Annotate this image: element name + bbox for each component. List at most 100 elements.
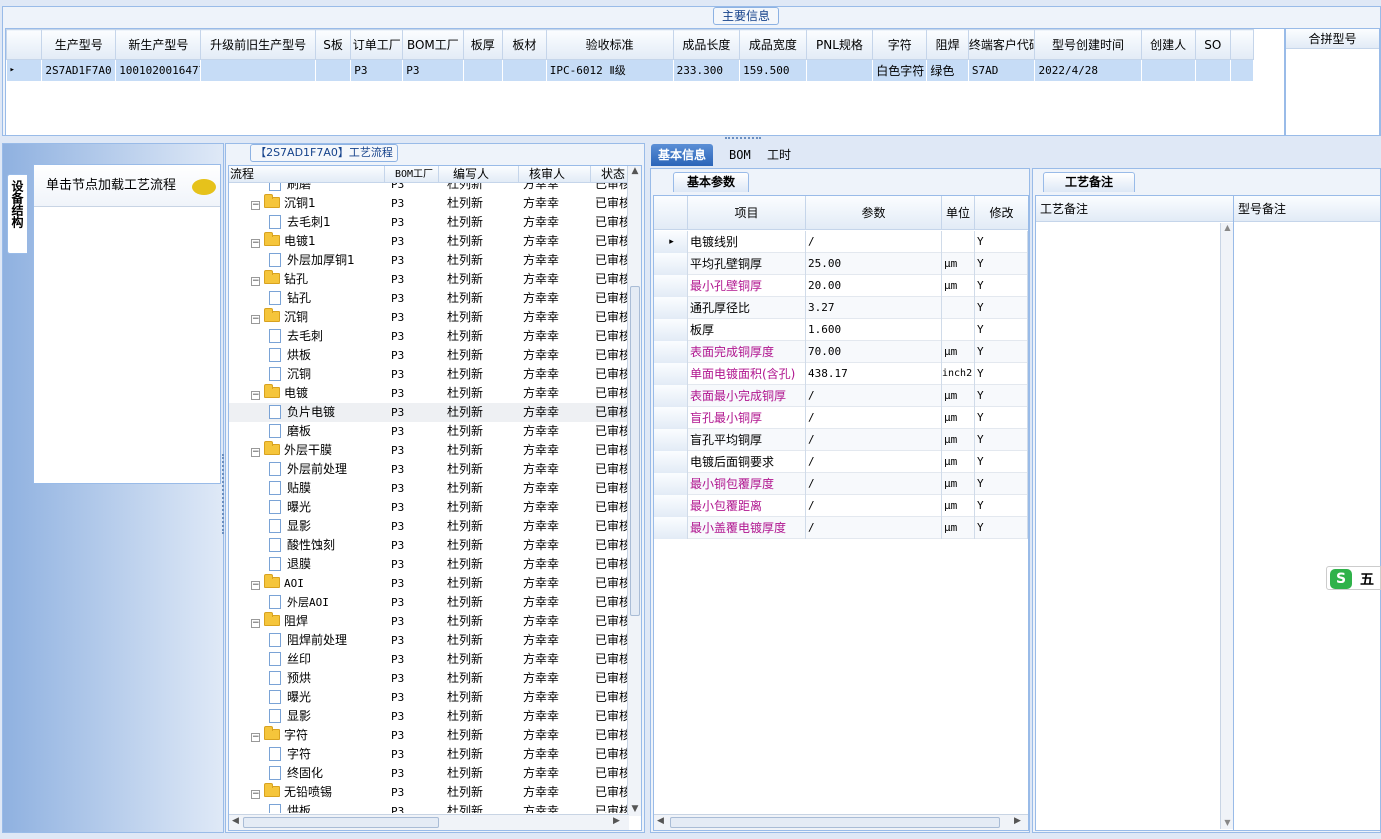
row-header[interactable] bbox=[654, 297, 688, 319]
remarks-tab[interactable]: 工艺备注 bbox=[1043, 172, 1135, 192]
param-item-cell[interactable]: 板厚 bbox=[688, 319, 806, 341]
table-row[interactable]: 最小孔壁铜厚 20.00 μm Y bbox=[654, 275, 1028, 297]
params-scroll-left-icon[interactable]: ◀ bbox=[657, 816, 664, 826]
param-item-cell[interactable]: 最小盖覆电镀厚度 bbox=[688, 517, 806, 539]
param-value-cell[interactable]: / bbox=[806, 495, 942, 517]
process-col-header[interactable]: 核审人 bbox=[519, 166, 591, 183]
process-remark-box[interactable]: 工艺备注 ▲ ▼ bbox=[1035, 195, 1235, 831]
collapse-icon[interactable]: − bbox=[251, 581, 260, 590]
tree-row[interactable]: 丝印 P3 杜列新 方幸幸 已审核 bbox=[229, 650, 629, 669]
collapse-icon[interactable]: − bbox=[251, 315, 260, 324]
param-item-cell[interactable]: 电镀线别 bbox=[688, 231, 806, 253]
param-unit-cell[interactable]: inch2 bbox=[942, 363, 975, 385]
collapse-icon[interactable]: − bbox=[251, 277, 260, 286]
horizontal-splitter[interactable] bbox=[725, 137, 761, 141]
param-unit-cell[interactable]: μm bbox=[942, 473, 975, 495]
tree-row[interactable]: 钻孔 P3 杜列新 方幸幸 已审核 bbox=[229, 289, 629, 308]
scroll-up-arrow-icon[interactable]: ▲ bbox=[628, 166, 641, 176]
main-row-cell[interactable]: 白色字符 bbox=[873, 60, 927, 81]
main-col-header[interactable]: BOM工厂 bbox=[402, 29, 464, 60]
tree-row[interactable]: 曝光 P3 杜列新 方幸幸 已审核 bbox=[229, 688, 629, 707]
param-mod-cell[interactable]: Y bbox=[975, 495, 1028, 517]
main-row-cell[interactable] bbox=[315, 60, 350, 81]
collapse-icon[interactable]: − bbox=[251, 239, 260, 248]
tab-basic-info[interactable]: 基本信息 bbox=[651, 144, 714, 166]
scroll-left-arrow-icon[interactable]: ◀ bbox=[232, 816, 239, 826]
main-row-cell[interactable] bbox=[1195, 60, 1230, 81]
tree-row[interactable]: − AOI P3 杜列新 方幸幸 已审核 bbox=[229, 574, 629, 593]
ime-indicator[interactable]: S 五 bbox=[1326, 566, 1381, 590]
main-row-cell[interactable]: 绿色 bbox=[927, 60, 969, 81]
main-col-header[interactable]: 阻焊 bbox=[926, 29, 969, 60]
param-value-cell[interactable]: / bbox=[806, 385, 942, 407]
process-tree-vscroll[interactable]: ▲ ▼ bbox=[627, 166, 641, 816]
row-header[interactable] bbox=[654, 385, 688, 407]
param-mod-cell[interactable]: Y bbox=[975, 253, 1028, 275]
tree-row[interactable]: 外层AOI P3 杜列新 方幸幸 已审核 bbox=[229, 593, 629, 612]
param-item-cell[interactable]: 平均孔壁铜厚 bbox=[688, 253, 806, 275]
basic-params-tab[interactable]: 基本参数 bbox=[673, 172, 749, 192]
main-row-cell[interactable]: 233.300 bbox=[673, 60, 740, 81]
tree-row[interactable]: 贴膜 P3 杜列新 方幸幸 已审核 bbox=[229, 479, 629, 498]
tree-row[interactable]: 显影 P3 杜列新 方幸幸 已审核 bbox=[229, 707, 629, 726]
tree-row[interactable]: 去毛刺1 P3 杜列新 方幸幸 已审核 bbox=[229, 213, 629, 232]
tree-row[interactable]: 酸性蚀刻 P3 杜列新 方幸幸 已审核 bbox=[229, 536, 629, 555]
param-mod-cell[interactable]: Y bbox=[975, 407, 1028, 429]
param-value-cell[interactable]: 20.00 bbox=[806, 275, 942, 297]
basic-params-grid[interactable]: 项目 参数 单位 修改 ▸ 电镀线别 / Y 平均孔壁铜厚 25.00 μm Y 最小孔壁铜厚 2… bbox=[653, 195, 1029, 831]
tree-row[interactable]: 字符 P3 杜列新 方幸幸 已审核 bbox=[229, 745, 629, 764]
tree-row[interactable]: 磨板 P3 杜列新 方幸幸 已审核 bbox=[229, 422, 629, 441]
row-header[interactable] bbox=[654, 495, 688, 517]
params-hscroll-thumb[interactable] bbox=[670, 817, 1000, 828]
param-mod-cell[interactable]: Y bbox=[975, 429, 1028, 451]
tree-row[interactable]: 外层加厚铜1 P3 杜列新 方幸幸 已审核 bbox=[229, 251, 629, 270]
tree-row[interactable]: 曝光 P3 杜列新 方幸幸 已审核 bbox=[229, 498, 629, 517]
param-item-cell[interactable]: 表面最小完成铜厚 bbox=[688, 385, 806, 407]
main-col-header[interactable]: 板材 bbox=[502, 29, 547, 60]
row-header[interactable] bbox=[654, 451, 688, 473]
tree-row[interactable]: 退膜 P3 杜列新 方幸幸 已审核 bbox=[229, 555, 629, 574]
param-item-cell[interactable]: 电镀后面铜要求 bbox=[688, 451, 806, 473]
param-mod-cell[interactable]: Y bbox=[975, 451, 1028, 473]
param-value-cell[interactable]: / bbox=[806, 429, 942, 451]
main-row-cell[interactable] bbox=[503, 60, 547, 81]
tree-row[interactable]: 负片电镀 P3 杜列新 方幸幸 已审核 bbox=[229, 403, 629, 422]
tree-row[interactable]: − 无铅喷锡 P3 杜列新 方幸幸 已审核 bbox=[229, 783, 629, 802]
param-mod-cell[interactable]: Y bbox=[975, 319, 1028, 341]
param-unit-cell[interactable]: μm bbox=[942, 341, 975, 363]
tree-row[interactable]: 阻焊前处理 P3 杜列新 方幸幸 已审核 bbox=[229, 631, 629, 650]
process-tree-grid[interactable]: 流程 BOM工厂 编写人 核审人 状态 刷磨 P3 杜列新 方幸幸 已审核 − 沉铜1 P3 杜列新 方幸… bbox=[228, 165, 642, 831]
param-mod-cell[interactable]: Y bbox=[975, 275, 1028, 297]
param-item-cell[interactable]: 最小孔壁铜厚 bbox=[688, 275, 806, 297]
param-unit-cell[interactable]: μm bbox=[942, 275, 975, 297]
col-value[interactable]: 参数 bbox=[806, 196, 942, 230]
process-remark-vscroll[interactable]: ▲ ▼ bbox=[1220, 223, 1234, 829]
table-row[interactable]: 单面电镀面积(含孔) 438.17 inch2 Y bbox=[654, 363, 1028, 385]
param-item-cell[interactable]: 通孔厚径比 bbox=[688, 297, 806, 319]
process-tree-hscroll[interactable]: ◀ ▶ bbox=[229, 814, 629, 830]
main-col-header[interactable]: 成品宽度 bbox=[739, 29, 807, 60]
params-scroll-right-icon[interactable]: ▶ bbox=[1014, 816, 1021, 826]
main-row-cell[interactable] bbox=[806, 60, 873, 81]
param-mod-cell[interactable]: Y bbox=[975, 341, 1028, 363]
table-row[interactable]: 板厚 1.600 Y bbox=[654, 319, 1028, 341]
tree-row[interactable]: − 阻焊 P3 杜列新 方幸幸 已审核 bbox=[229, 612, 629, 631]
main-col-header[interactable]: 字符 bbox=[872, 29, 928, 60]
row-header[interactable] bbox=[654, 429, 688, 451]
main-row-cell[interactable]: P3 bbox=[403, 60, 463, 81]
tree-row[interactable]: − 外层干膜 P3 杜列新 方幸幸 已审核 bbox=[229, 441, 629, 460]
main-col-header[interactable]: SO bbox=[1194, 29, 1231, 60]
tree-row[interactable]: 预烘 P3 杜列新 方幸幸 已审核 bbox=[229, 669, 629, 688]
main-row-cell[interactable] bbox=[1141, 60, 1195, 81]
main-col-header[interactable]: S板 bbox=[314, 29, 352, 60]
process-col-header[interactable]: BOM工厂 bbox=[385, 166, 439, 183]
process-tree-vscroll-thumb[interactable] bbox=[630, 286, 640, 616]
param-unit-cell[interactable]: μm bbox=[942, 385, 975, 407]
scroll-down-arrow-icon[interactable]: ▼ bbox=[628, 804, 641, 814]
tree-row[interactable]: 终固化 P3 杜列新 方幸幸 已审核 bbox=[229, 764, 629, 783]
tab-bom[interactable]: BOM bbox=[722, 144, 758, 166]
param-value-cell[interactable]: 3.27 bbox=[806, 297, 942, 319]
table-row[interactable]: 平均孔壁铜厚 25.00 μm Y bbox=[654, 253, 1028, 275]
table-row[interactable]: 表面最小完成铜厚 / μm Y bbox=[654, 385, 1028, 407]
tree-row[interactable]: − 钻孔 P3 杜列新 方幸幸 已审核 bbox=[229, 270, 629, 289]
